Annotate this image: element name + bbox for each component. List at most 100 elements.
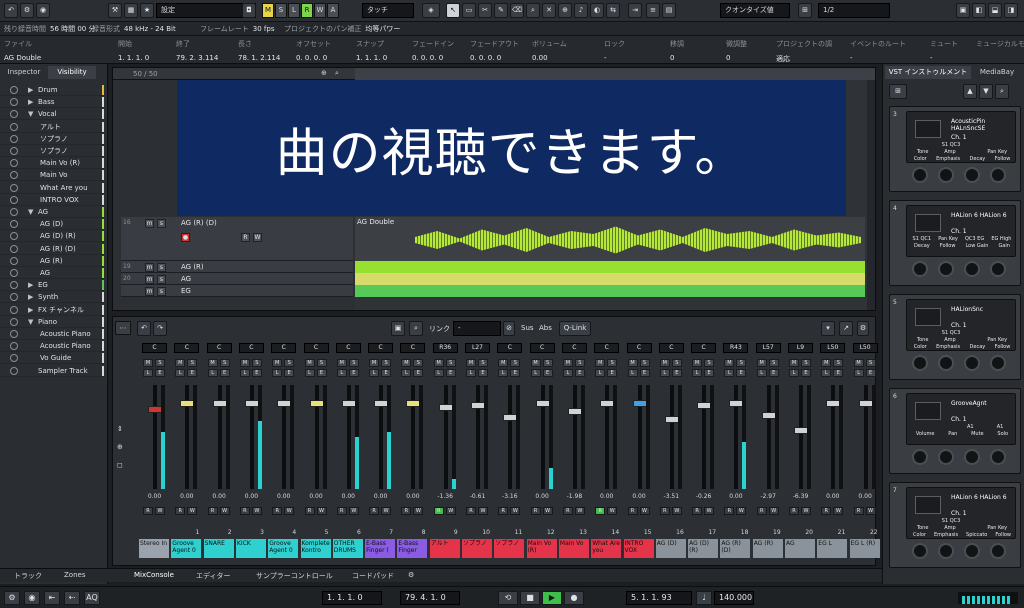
fader-handle[interactable] [697,401,712,409]
solo-button[interactable]: S [768,359,779,367]
read-button[interactable]: R [562,507,573,515]
tab-vst-instruments[interactable]: VST インストゥルメント [885,66,971,79]
folder-expand-icon[interactable]: ▼ [28,108,33,120]
channel-name[interactable]: OTHER DRUMS [332,539,363,558]
write-button[interactable]: W [801,507,811,515]
visibility-toggle-icon[interactable] [10,256,18,265]
cycle-icon[interactable]: ⟲ [498,591,518,605]
quantize-field[interactable]: クオンタイズ値 [720,3,790,18]
mute-button[interactable]: M [853,359,864,367]
pan-control[interactable]: C [335,343,361,353]
write-button[interactable]: W [833,507,844,515]
mute-button[interactable]: M [627,359,638,367]
tools-icon[interactable]: ⚒ [108,3,122,18]
fader-value[interactable]: 0.00 [817,493,848,500]
visibility-toggle-icon[interactable] [10,195,18,204]
info-fine-tune[interactable]: 微調整 0 [726,39,747,62]
qlink-button[interactable]: Q-Link [559,321,591,336]
edit-button[interactable]: E [736,369,747,377]
instrument-rack[interactable]: 4 HALion 6 HALion 6 Ch. 1 S1 QC1 Pan Key QC3 … [889,200,1021,286]
solo-button[interactable]: S [284,359,295,367]
visibility-toggle-icon[interactable] [10,86,18,94]
fader-track[interactable] [443,385,448,489]
read-button[interactable]: R [756,507,767,515]
write-button[interactable]: W [251,507,262,515]
visibility-item[interactable]: ▶ Synth [0,291,106,304]
fader-track[interactable] [702,385,707,489]
quick-control-knob[interactable] [938,543,954,559]
channel-name[interactable]: ソプラノ [494,539,525,558]
write-button[interactable]: W [348,507,359,515]
instrument-rack[interactable]: 5 HALionSnc Ch. 1 S1 QC3 Tone Amp Pan Key Color… [889,294,1021,380]
fader-value[interactable]: -0.26 [688,493,719,500]
track-search-icon[interactable]: ⌕ [335,69,339,78]
visibility-item[interactable]: ▼ Piano [0,316,106,328]
fader-handle[interactable] [212,399,227,407]
write-button[interactable]: W [639,507,650,515]
snap-type-icon[interactable]: ▤ [662,3,676,18]
visibility-toggle-icon[interactable] [10,220,18,229]
visibility-item[interactable]: AG (D) [0,218,106,231]
write-button[interactable]: W [187,507,198,515]
write-button[interactable]: W [445,507,456,515]
window-layout-icon[interactable]: ▣ [956,3,970,18]
listen-button[interactable]: L [530,369,541,377]
fader-handle[interactable] [600,399,615,407]
fader-value[interactable]: 0.00 [850,493,881,500]
primary-time-display[interactable]: 5. 1. 1. 93 [626,591,692,605]
instrument-rack[interactable]: 3 AcousticPin HALnSncSE Ch. 1 S1 QC3 Tone Amp… [889,106,1021,192]
edit-button[interactable]: E [639,369,650,377]
mute-button[interactable]: M [659,359,670,367]
write-button[interactable]: W [736,507,747,515]
channel-name[interactable]: Groove Agent 0 [268,539,299,558]
listen-button[interactable]: L [692,369,703,377]
visibility-item[interactable]: AG (R) (D) [0,243,106,255]
write-button[interactable]: W [574,507,585,515]
record-enable-button[interactable]: ● [181,233,190,242]
read-button[interactable]: R [530,507,541,515]
listen-button[interactable]: L [304,369,315,377]
fader-handle[interactable] [148,405,162,413]
fader-handle[interactable] [471,401,485,409]
left-zone-icon[interactable]: ◧ [972,3,986,18]
mixer-record-icon[interactable]: ◻ [117,461,133,469]
quick-control-knob[interactable] [912,261,928,277]
quick-control-knob[interactable] [912,449,928,465]
metronome-icon[interactable]: ♩ [696,591,712,605]
read-button[interactable]: R [207,507,218,515]
solo-button[interactable]: S [704,359,715,367]
mixer-zoom-icon[interactable]: ⇕ [117,425,133,433]
fader-track[interactable] [508,385,513,489]
quick-control-knob[interactable] [912,167,928,183]
fader-value[interactable]: 0.00 [720,493,751,500]
pan-control[interactable]: C [658,343,684,353]
mixer-rack-icon[interactable]: ▣ [391,321,405,336]
edit-button[interactable]: E [478,369,488,377]
edit-button[interactable]: E [413,369,424,377]
edit-button[interactable]: E [155,369,165,377]
write-toggle[interactable]: W [314,3,326,18]
range-tool-icon[interactable]: ▭ [462,3,476,18]
visibility-item[interactable]: Main Vo (R) [0,157,106,170]
channel-name[interactable]: Main Vo [558,539,589,558]
mixer-redo-icon[interactable]: ↷ [153,321,167,336]
write-button[interactable]: W [155,507,165,515]
mixer-menu-icon[interactable]: ⋯ [115,321,131,335]
read-button[interactable]: R [595,507,606,515]
fader-value[interactable]: 0.00 [301,493,332,500]
info-end[interactable]: 終了 79. 2. 3.114 [176,39,218,62]
write-button[interactable]: W [219,507,230,515]
fader-value[interactable]: 0.00 [591,493,622,500]
tab-tracks[interactable]: トラック [14,571,42,581]
move-down-icon[interactable]: ▼ [979,84,993,99]
channel-name[interactable]: What Are you [591,539,622,558]
glue-tool-icon[interactable]: ⊕ [558,3,572,18]
write-button[interactable]: W [413,507,424,515]
pan-control[interactable]: L50 [852,343,878,353]
mute-button[interactable]: M [239,359,250,367]
solo-button[interactable]: S [542,359,553,367]
quick-control-knob[interactable] [964,355,980,371]
listen-button[interactable]: L [724,369,735,377]
fader-value[interactable]: 0.00 [365,493,396,500]
fader-handle[interactable] [406,399,421,407]
